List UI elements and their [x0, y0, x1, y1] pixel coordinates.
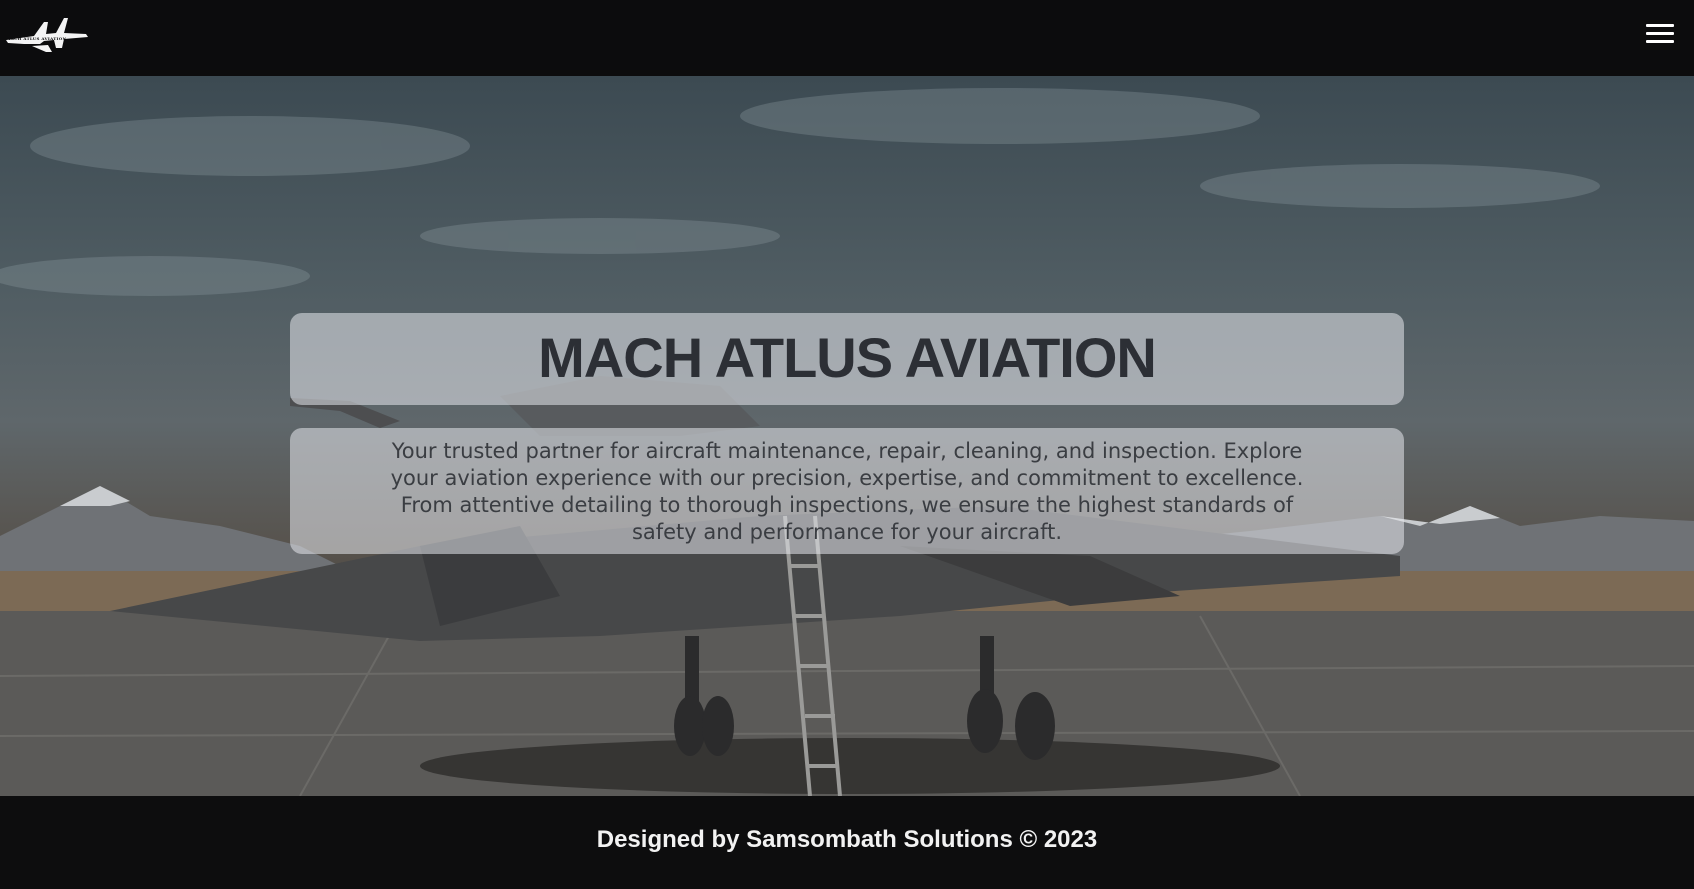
page-title: MACH ATLUS AVIATION [538, 326, 1157, 389]
site-footer: Designed by Samsombath Solutions © 2023 [0, 796, 1694, 889]
hamburger-menu-icon[interactable] [1646, 24, 1674, 48]
menu-bar [1646, 32, 1674, 35]
site-header: MACH ATLUS AVIATION [0, 0, 1694, 76]
footer-credit: Designed by Samsombath Solutions © 2023 [596, 826, 1098, 853]
description-panel: Your trusted partner for aircraft mainte… [290, 428, 1404, 554]
menu-bar [1646, 24, 1674, 27]
logo-text: MACH ATLUS AVIATION [6, 36, 67, 41]
hero-section: MACH ATLUS AVIATION Your trusted partner… [0, 76, 1694, 796]
hero-description: Your trusted partner for aircraft mainte… [390, 439, 1304, 544]
logo[interactable]: MACH ATLUS AVIATION [4, 14, 90, 58]
title-panel: MACH ATLUS AVIATION [290, 313, 1404, 405]
menu-bar [1646, 40, 1674, 43]
